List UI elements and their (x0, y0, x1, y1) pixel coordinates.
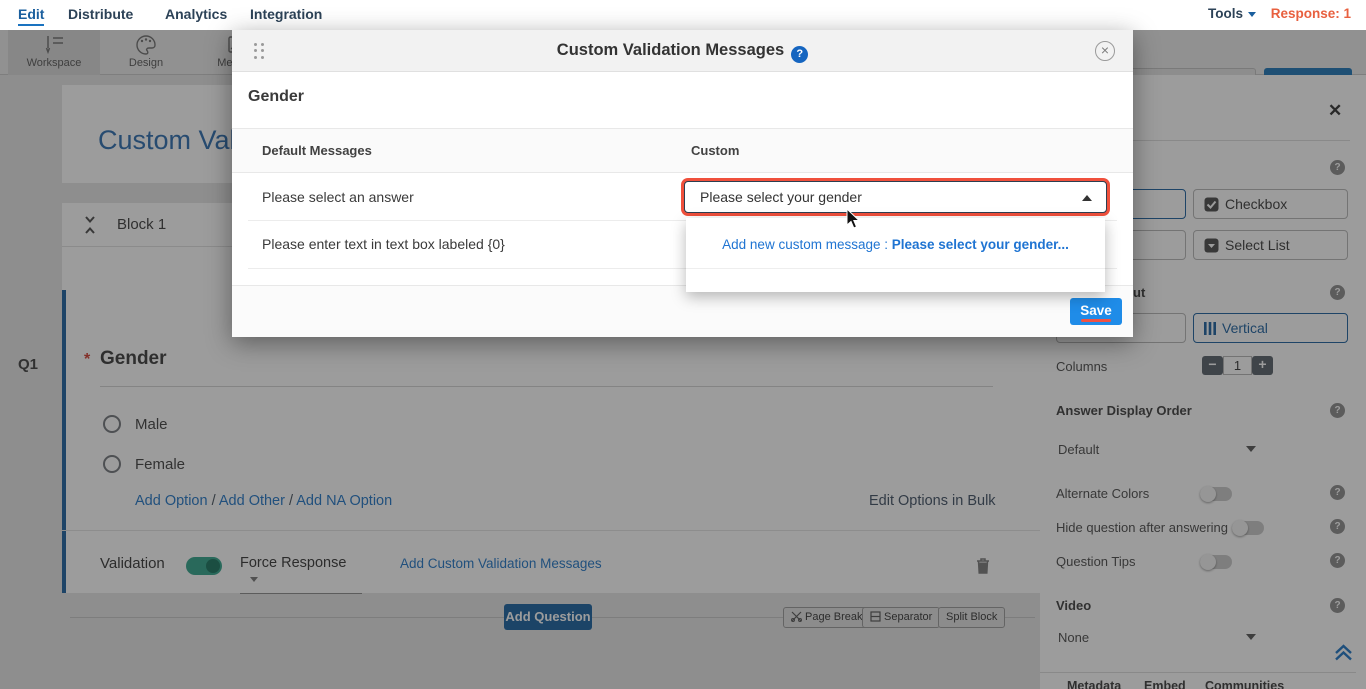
dropdown-divider (686, 268, 1105, 269)
custom-message-dropdown-panel: Add new custom message : Please select y… (686, 218, 1105, 292)
modal-title: Custom Validation Messages (232, 41, 1133, 63)
top-nav: Edit Distribute Analytics Integration To… (0, 0, 1366, 30)
modal-close-icon[interactable] (1095, 41, 1115, 61)
column-custom: Custom (691, 143, 739, 158)
column-default-messages: Default Messages (262, 143, 372, 158)
modal-footer: Save (232, 285, 1133, 337)
validation-table-header: Default Messages Custom (232, 128, 1133, 173)
default-message-row1: Please select an answer (262, 189, 414, 205)
modal-question-title: Gender (248, 88, 304, 106)
response-count[interactable]: Response: 1 (1271, 6, 1351, 21)
nav-edit[interactable]: Edit (18, 6, 44, 26)
chevron-up-icon (1082, 195, 1092, 201)
chevron-down-icon (1248, 12, 1256, 17)
tools-menu[interactable]: Tools (1208, 6, 1256, 21)
nav-analytics[interactable]: Analytics (165, 6, 227, 22)
save-button[interactable]: Save (1070, 298, 1122, 325)
nav-integration[interactable]: Integration (250, 6, 322, 22)
modal-help-icon[interactable] (791, 46, 808, 63)
default-message-row2: Please enter text in text box labeled {0… (262, 236, 505, 252)
mouse-cursor (846, 208, 860, 229)
nav-distribute[interactable]: Distribute (68, 6, 133, 22)
add-new-custom-message-link[interactable]: Add new custom message : Please select y… (686, 237, 1105, 252)
custom-message-select[interactable]: Please select your gender (684, 181, 1107, 213)
modal-header: Custom Validation Messages (232, 30, 1133, 72)
